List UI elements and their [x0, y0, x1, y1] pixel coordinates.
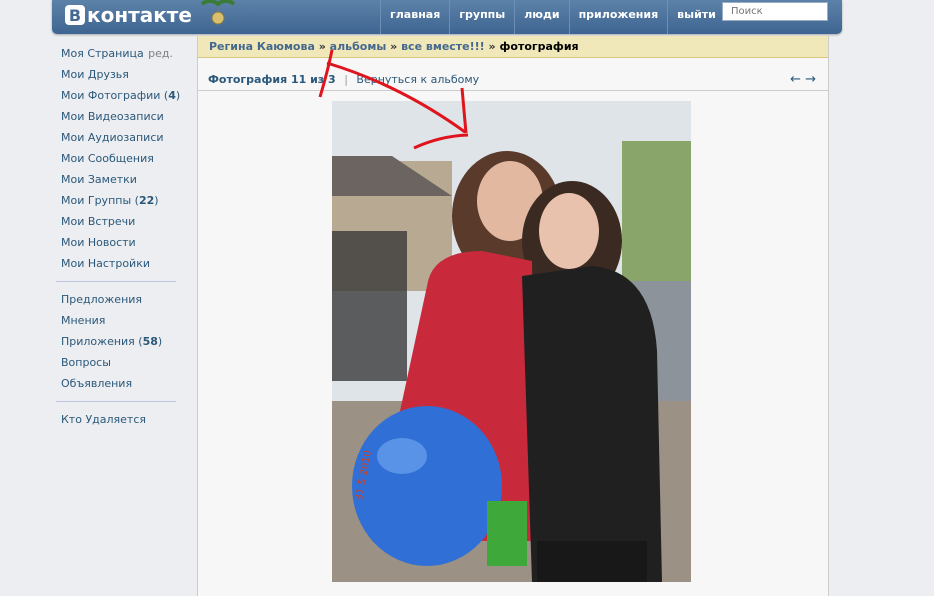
sidebar-item-label: Мои Заметки	[61, 173, 137, 186]
search-input[interactable]	[722, 2, 828, 21]
sidebar-item[interactable]: Кто Удаляется	[56, 411, 176, 432]
breadcrumb-sep: »	[318, 40, 326, 53]
back-to-album-link[interactable]: Вернуться к альбому	[356, 73, 479, 86]
christmas-tree-decoration-icon	[200, 0, 236, 25]
breadcrumb-album[interactable]: все вместе!!!	[401, 40, 485, 53]
sidebar-item-label: Кто Удаляется	[61, 413, 146, 426]
sidebar-item-label: Мои Настройки	[61, 257, 150, 270]
sidebar-item[interactable]: Мои Группы (22)	[56, 192, 176, 213]
nav-logout[interactable]: выйти	[667, 0, 725, 34]
sidebar-item[interactable]: Мои Настройки	[56, 255, 176, 276]
count-paren: )	[157, 335, 163, 348]
photo-scene: 31 5 2010	[332, 101, 691, 582]
sidebar-item[interactable]: Мои Встречи	[56, 213, 176, 234]
prev-next-arrows-icon[interactable]: ← →	[790, 70, 816, 90]
breadcrumb-sep: »	[390, 40, 398, 53]
sidebar-item[interactable]: Мои Аудиозаписи	[56, 129, 176, 150]
sidebar-item[interactable]: Предложения	[56, 291, 176, 312]
sidebar-item-label: Мои Видеозаписи	[61, 110, 164, 123]
sidebar-item[interactable]: Мои Заметки	[56, 171, 176, 192]
sidebar-item[interactable]: Мои Новости	[56, 234, 176, 255]
logo-letter: В	[65, 5, 85, 25]
sidebar-item-count: 4	[168, 89, 176, 102]
count-paren: )	[175, 89, 181, 102]
edit-link[interactable]: ред.	[148, 45, 173, 62]
sidebar-item-my-page[interactable]: Моя Страница ред.	[56, 45, 176, 66]
sidebar-item[interactable]: Мои Друзья	[56, 66, 176, 87]
photo-counter: Фотография 11 из 3	[208, 73, 336, 86]
sidebar-item-label: Вопросы	[61, 356, 111, 369]
breadcrumb-albums[interactable]: альбомы	[330, 40, 387, 53]
top-header: В контакте главная группы люди приложени…	[52, 0, 842, 34]
breadcrumb-sep: »	[488, 40, 496, 53]
sidebar-divider	[56, 401, 176, 402]
sidebar-item[interactable]: Мои Фотографии (4)	[56, 87, 180, 108]
sidebar-item-label: Мои Друзья	[61, 68, 129, 81]
photo-navigation-bar: Фотография 11 из 3 | Вернуться к альбому…	[198, 70, 828, 91]
sidebar-item-label: Приложения	[61, 335, 135, 348]
photo-image[interactable]: 31 5 2010	[332, 101, 691, 582]
sidebar-item-label: Объявления	[61, 377, 133, 390]
sidebar-item-label: Мнения	[61, 314, 106, 327]
breadcrumb-current: фотография	[499, 40, 579, 53]
nav-people[interactable]: люди	[514, 0, 568, 34]
sidebar-item-count: 58	[142, 335, 158, 348]
sidebar-item-label: Мои Новости	[61, 236, 136, 249]
main-content: Регина Каюмова » альбомы » все вместе!!!…	[197, 36, 829, 596]
nav-main[interactable]: главная	[380, 0, 449, 34]
sidebar-item[interactable]: Приложения (58)	[56, 333, 176, 354]
sidebar-item-label: Мои Фотографии	[61, 89, 161, 102]
nav-apps[interactable]: приложения	[568, 0, 668, 34]
sidebar-item-label: Мои Сообщения	[61, 152, 154, 165]
sidebar-item[interactable]: Мои Сообщения	[56, 150, 176, 171]
logo-text: контакте	[87, 3, 192, 27]
count-paren: )	[154, 194, 159, 207]
sidebar-item-label: Мои Аудиозаписи	[61, 131, 164, 144]
sidebar-item[interactable]: Мнения	[56, 312, 176, 333]
top-navigation: главная группы люди приложения выйти	[380, 0, 725, 34]
sidebar-item-label: Мои Встречи	[61, 215, 136, 228]
count-paren: (	[134, 335, 143, 348]
sidebar-item-label: Моя Страница	[61, 47, 144, 60]
sidebar-item-label: Предложения	[61, 293, 143, 306]
breadcrumb-owner[interactable]: Регина Каюмова	[209, 40, 315, 53]
sidebar-item[interactable]: Объявления	[56, 375, 176, 396]
breadcrumb: Регина Каюмова » альбомы » все вместе!!!…	[198, 36, 828, 58]
count-paren: (	[131, 194, 139, 207]
left-sidebar: Моя Страница ред. Мои Друзья Мои Фотограф…	[56, 45, 180, 432]
separator: |	[344, 73, 348, 86]
sidebar-item[interactable]: Вопросы	[56, 354, 176, 375]
sidebar-divider	[56, 281, 176, 282]
sidebar-item-count: 22	[138, 194, 155, 207]
sidebar-item-label: Мои Группы	[61, 194, 132, 207]
vkontakte-logo[interactable]: В контакте	[65, 2, 192, 28]
nav-groups[interactable]: группы	[449, 0, 514, 34]
sidebar-item[interactable]: Мои Видеозаписи	[56, 108, 176, 129]
